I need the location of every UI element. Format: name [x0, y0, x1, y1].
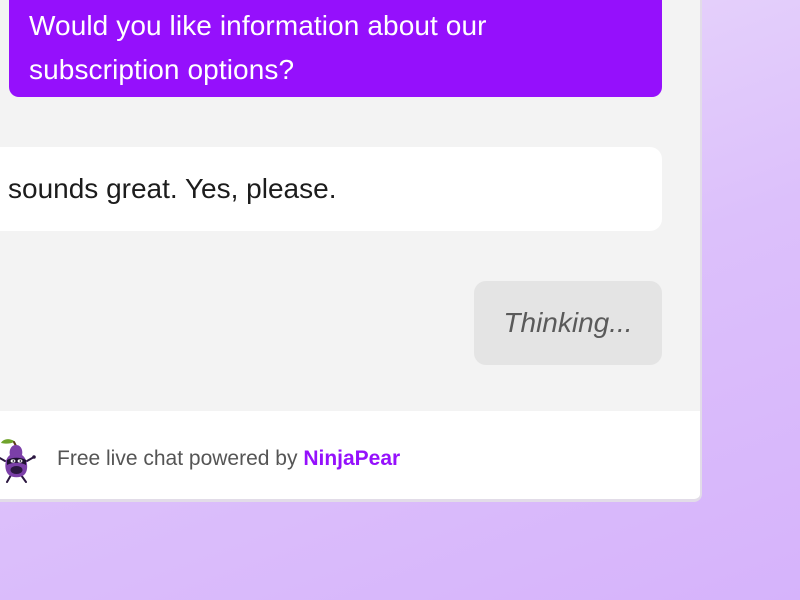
brand-link[interactable]: NinjaPear — [303, 447, 400, 470]
chat-widget: Would you like information about our sub… — [0, 0, 702, 502]
footer-credit: Free live chat powered by NinjaPear — [57, 411, 400, 499]
ninjapear-mascot-icon — [0, 435, 42, 483]
agent-message-line-2: subscription options? — [29, 54, 295, 85]
thinking-indicator: Thinking... — [474, 281, 662, 365]
footer-text: Free live chat powered by — [57, 447, 298, 470]
user-message-text: sounds great. Yes, please. — [8, 173, 337, 204]
chat-footer: Free live chat powered by NinjaPear — [0, 411, 700, 499]
agent-message-line-1: Would you like information about our — [29, 10, 487, 41]
agent-message-bubble: Would you like information about our sub… — [9, 0, 662, 97]
thinking-text: Thinking... — [503, 307, 633, 338]
user-message-bubble: sounds great. Yes, please. — [0, 147, 662, 231]
